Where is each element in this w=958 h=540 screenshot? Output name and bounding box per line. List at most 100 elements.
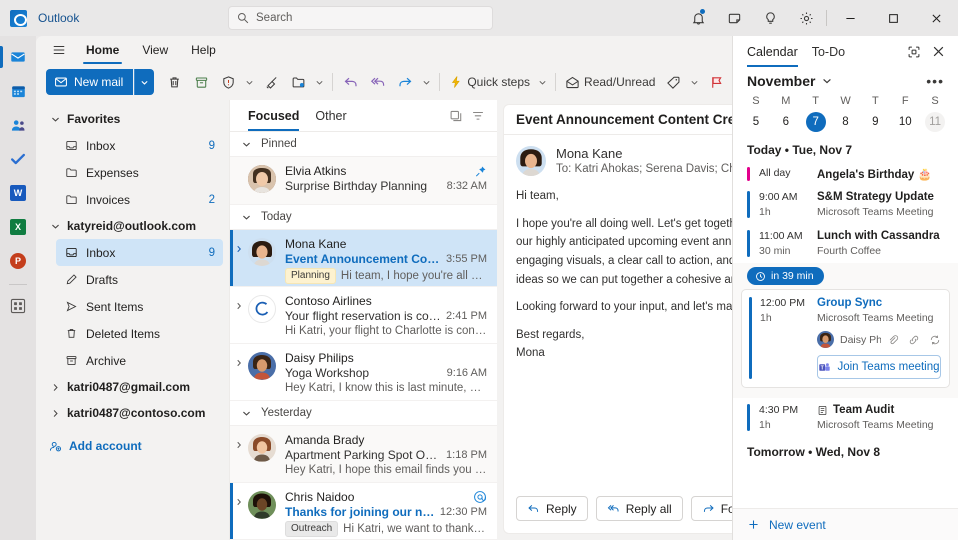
quick-steps-caret-icon[interactable] xyxy=(535,78,550,87)
close-icon[interactable] xyxy=(915,0,958,36)
sidebar-item-expenses[interactable]: Expenses xyxy=(56,159,223,186)
bell-icon[interactable] xyxy=(680,0,716,36)
calendar-day-11[interactable]: 11 xyxy=(920,111,950,134)
message-row-contoso-airlines[interactable]: Contoso Airlines Your flight reservation… xyxy=(230,287,497,344)
gear-icon[interactable] xyxy=(788,0,824,36)
forward-caret-icon[interactable] xyxy=(419,78,434,87)
message-sender: Amanda Brady xyxy=(285,433,487,447)
read-unread-button[interactable]: Read/Unread xyxy=(561,69,659,95)
event-title: Lunch with Cassandra xyxy=(817,230,948,242)
sidebar-item-invoices[interactable]: Invoices 2 xyxy=(56,186,223,213)
ribbon-tab-home[interactable]: Home xyxy=(77,37,128,63)
calendar-event-team-audit[interactable]: 4:30 PM 1h Team Audit Microsoft Teams Me… xyxy=(733,398,958,437)
account-group-outlook[interactable]: katyreid@outlook.com xyxy=(36,213,229,239)
reply-all-button[interactable] xyxy=(365,69,391,95)
folder-group-favorites[interactable]: Favorites xyxy=(36,106,229,132)
group-header-pinned[interactable]: Pinned xyxy=(230,132,497,157)
expand-chevron-icon[interactable] xyxy=(230,351,248,400)
tab-calendar[interactable]: Calendar xyxy=(747,37,798,67)
ribbon-tab-view[interactable]: View xyxy=(133,37,177,63)
chevron-down-icon[interactable] xyxy=(822,76,832,86)
reply-button[interactable] xyxy=(338,69,364,95)
sidebar-item-fav-inbox[interactable]: Inbox 9 xyxy=(56,132,223,159)
forward-button[interactable] xyxy=(392,69,418,95)
sidebar-item-sent-items[interactable]: Sent Items xyxy=(56,293,223,320)
calendar-day-7[interactable]: 7 xyxy=(801,111,831,134)
move-to-caret-icon[interactable] xyxy=(312,78,327,87)
join-teams-meeting-button[interactable]: T Join Teams meeting xyxy=(817,355,941,379)
rail-divider xyxy=(9,284,27,285)
flag-button[interactable] xyxy=(703,69,729,95)
quick-steps-button[interactable]: Quick steps xyxy=(445,69,534,95)
message-list-header: Focused Other xyxy=(230,100,497,132)
group-header-today[interactable]: Today xyxy=(230,205,497,230)
add-account-button[interactable]: Add account xyxy=(36,432,229,460)
report-button[interactable] xyxy=(215,69,241,95)
rail-item-calendar[interactable] xyxy=(0,74,36,108)
sidebar-item-archive[interactable]: Archive xyxy=(56,347,223,374)
calendar-more-icon[interactable]: ••• xyxy=(926,73,948,89)
folder-count: 9 xyxy=(209,140,223,152)
categorize-button[interactable] xyxy=(660,69,686,95)
filter-icon[interactable] xyxy=(467,104,489,128)
hamburger-icon[interactable] xyxy=(46,38,72,62)
rail-item-powerpoint[interactable]: P xyxy=(0,244,36,278)
rail-item-more-apps[interactable] xyxy=(0,289,36,323)
message-row-amanda-brady[interactable]: Amanda Brady Apartment Parking Spot Open… xyxy=(230,426,497,483)
delete-button[interactable] xyxy=(161,69,187,95)
categorize-caret-icon[interactable] xyxy=(687,78,702,87)
move-to-button[interactable] xyxy=(285,69,311,95)
sweep-button[interactable] xyxy=(258,69,284,95)
minimize-icon[interactable] xyxy=(829,0,872,36)
new-event-button[interactable]: New event xyxy=(733,508,958,540)
message-row-daisy-philips[interactable]: Daisy Philips Yoga Workshop 9:16 AM Hey … xyxy=(230,344,497,401)
report-caret-icon[interactable] xyxy=(242,78,257,87)
group-header-yesterday[interactable]: Yesterday xyxy=(230,401,497,426)
sidebar-item-inbox[interactable]: Inbox 9 xyxy=(56,239,223,266)
calendar-event-strategy-update[interactable]: 9:00 AM 1h S&M Strategy Update Microsoft… xyxy=(733,185,958,224)
dow-s: S xyxy=(741,91,771,111)
expand-chevron-icon[interactable] xyxy=(230,433,248,482)
ribbon-tab-help[interactable]: Help xyxy=(182,37,225,63)
reading-pane-toggle-icon[interactable] xyxy=(445,104,467,128)
maximize-icon[interactable] xyxy=(872,0,915,36)
close-icon[interactable] xyxy=(926,40,950,64)
event-title[interactable]: Group Sync xyxy=(817,297,941,309)
calendar-day-6[interactable]: 6 xyxy=(771,111,801,134)
message-row-elvia-atkins[interactable]: Elvia Atkins Surprise Birthday Planning … xyxy=(230,157,497,205)
calendar-event-birthday[interactable]: All day Angela's Birthday 🎂 xyxy=(733,163,958,185)
calendar-event-group-sync[interactable]: 12:00 PM 1h Group Sync Microsoft Teams M… xyxy=(741,289,950,388)
rail-item-people[interactable] xyxy=(0,108,36,142)
message-row-mona-kane[interactable]: Mona Kane Event Announcement Content C..… xyxy=(230,230,497,287)
rail-item-todo[interactable] xyxy=(0,142,36,176)
rail-item-excel[interactable]: X xyxy=(0,210,36,244)
tab-todo[interactable]: To-Do xyxy=(812,37,845,67)
archive-button[interactable] xyxy=(188,69,214,95)
expand-chevron-icon[interactable] xyxy=(230,490,248,539)
new-mail-button[interactable]: New mail xyxy=(46,69,133,95)
account-group-gmail[interactable]: katri0487@gmail.com xyxy=(36,374,229,400)
tab-other[interactable]: Other xyxy=(315,100,346,131)
note-icon[interactable] xyxy=(716,0,752,36)
calendar-day-9[interactable]: 9 xyxy=(860,111,890,134)
calendar-event-lunch[interactable]: 11:00 AM 30 min Lunch with Cassandra Fou… xyxy=(733,224,958,263)
lightbulb-icon[interactable] xyxy=(752,0,788,36)
popout-icon[interactable] xyxy=(902,40,926,64)
rail-item-mail[interactable] xyxy=(0,40,36,74)
calendar-day-5[interactable]: 5 xyxy=(741,111,771,134)
rail-item-word[interactable]: W xyxy=(0,176,36,210)
message-list-body[interactable]: Pinned xyxy=(230,132,497,540)
message-row-chris-naidoo[interactable]: Chris Naidoo Thanks for joining our netw… xyxy=(230,483,497,540)
reply-button[interactable]: Reply xyxy=(516,496,588,521)
calendar-day-10[interactable]: 10 xyxy=(890,111,920,134)
reply-all-button[interactable]: Reply all xyxy=(596,496,683,521)
calendar-day-8[interactable]: 8 xyxy=(831,111,861,134)
new-mail-caret-icon[interactable] xyxy=(134,69,154,95)
tab-focused[interactable]: Focused xyxy=(248,100,299,131)
sidebar-item-drafts[interactable]: Drafts xyxy=(56,266,223,293)
sidebar-item-deleted-items[interactable]: Deleted Items xyxy=(56,320,223,347)
expand-chevron-icon[interactable] xyxy=(230,294,248,343)
account-group-contoso[interactable]: katri0487@contoso.com xyxy=(36,400,229,426)
expand-chevron-icon[interactable] xyxy=(230,237,248,286)
search-input[interactable]: Search xyxy=(228,6,493,30)
